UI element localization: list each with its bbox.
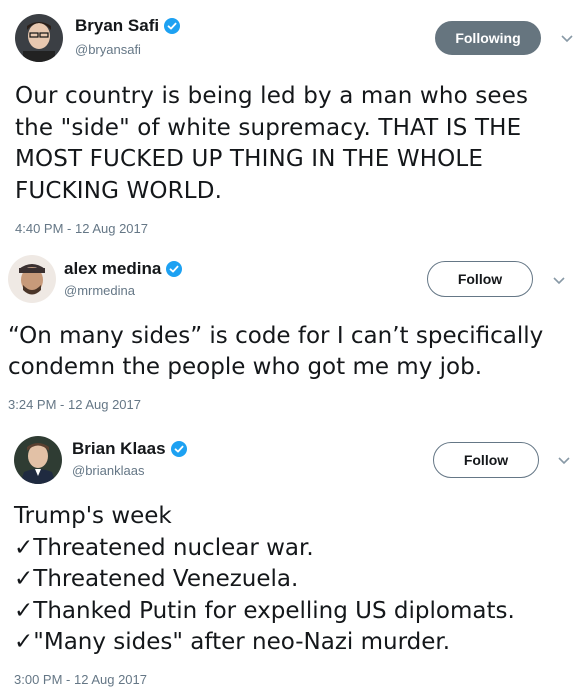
avatar-image [8,255,56,303]
verified-badge-icon [166,261,183,277]
display-name-text: alex medina [64,259,162,278]
timestamp[interactable]: 3:00 PM - 12 Aug 2017 [14,672,147,687]
avatar[interactable] [14,436,62,484]
timestamp[interactable]: 3:24 PM - 12 Aug 2017 [8,397,141,412]
display-name-text: Brian Klaas [72,439,166,458]
verified-badge-icon [164,18,181,34]
handle[interactable]: @bryansafi [75,42,141,57]
display-name[interactable]: alex medina [64,259,183,279]
timestamp[interactable]: 4:40 PM - 12 Aug 2017 [15,221,148,236]
tweet-text: “On many sides” is code for I can’t spec… [8,323,544,380]
following-button[interactable]: Following [435,21,541,55]
tweet-text: Trump's week ✓Threatened nuclear war. ✓T… [14,503,515,655]
follow-button[interactable]: Follow [433,442,539,478]
tweet-text: Our country is being led by a man who se… [15,83,529,204]
handle[interactable]: @brianklaas [72,463,144,478]
handle[interactable]: @mrmedina [64,283,135,298]
chevron-down-icon[interactable] [552,276,566,286]
display-name-text: Bryan Safi [75,16,160,35]
display-name[interactable]: Bryan Safi [75,16,181,36]
follow-button[interactable]: Follow [427,261,533,297]
tweet: Bryan Safi @bryansafi Following Our coun… [0,0,584,245]
chevron-down-icon[interactable] [560,34,574,44]
verified-badge-icon [170,441,187,457]
display-name[interactable]: Brian Klaas [72,439,187,459]
avatar-image [14,436,62,484]
chevron-down-icon[interactable] [557,456,571,466]
avatar[interactable] [8,255,56,303]
tweet: Brian Klaas @brianklaas Follow Trump's w… [0,425,584,691]
avatar-image [15,14,63,62]
avatar[interactable] [15,14,63,62]
tweet: alex medina @mrmedina Follow “On many si… [0,245,584,425]
